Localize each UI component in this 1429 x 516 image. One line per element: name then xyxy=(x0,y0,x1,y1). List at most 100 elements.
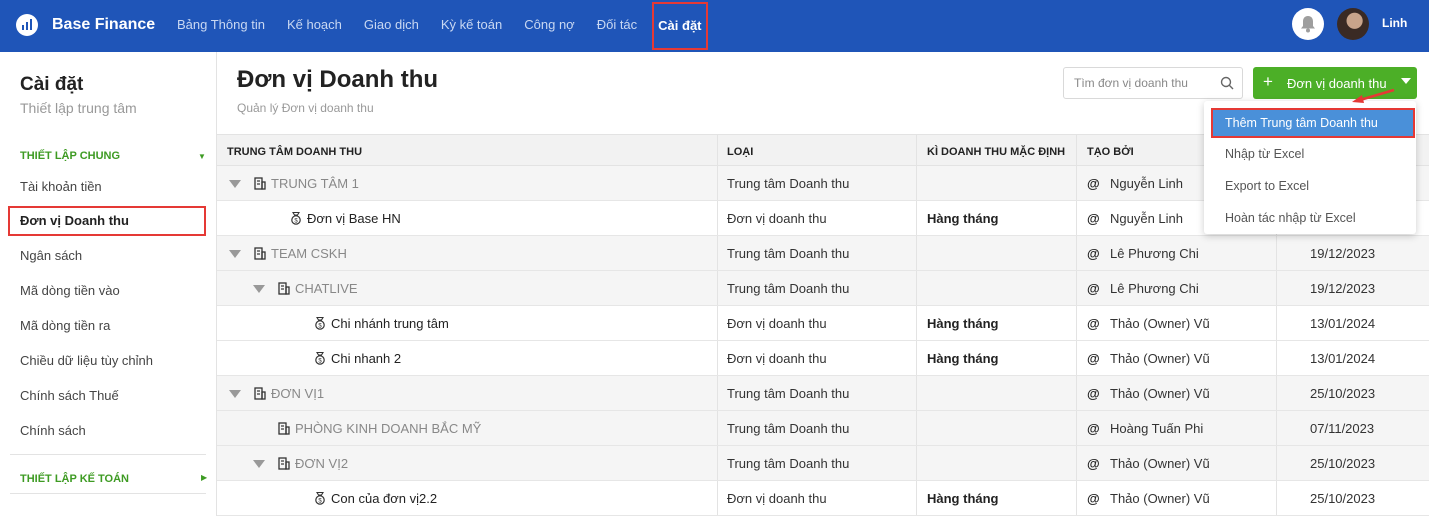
cell-date: 13/01/2024 xyxy=(1310,351,1376,366)
cell-type: Đơn vị doanh thu xyxy=(727,491,827,506)
cell-creator: Lê Phương Chi xyxy=(1110,246,1199,261)
nav-item-settings[interactable]: Cài đặt xyxy=(652,2,708,50)
cell-period: Hàng tháng xyxy=(927,316,999,331)
cell-date: 25/10/2023 xyxy=(1310,386,1376,401)
sidebar-section-accounting[interactable]: THIẾT LẬP KẾ TOÁN xyxy=(20,473,129,485)
cell-date: 25/10/2023 xyxy=(1310,456,1376,471)
expand-caret-icon[interactable] xyxy=(253,285,265,293)
sidebar-item-budget[interactable]: Ngân sách xyxy=(20,248,82,263)
cell-name[interactable]: PHÒNG KINH DOANH BẮC MỸ xyxy=(295,421,481,436)
cell-name[interactable]: TRUNG TÂM 1 xyxy=(271,176,359,191)
page-subtitle: Quản lý Đơn vị doanh thu xyxy=(237,101,374,115)
cell-name[interactable]: Con của đơn vị2.2 xyxy=(331,491,437,506)
menu-item-undo-import[interactable]: Hoàn tác nhập từ Excel xyxy=(1225,211,1356,225)
sidebar-subtitle: Thiết lập trung tâm xyxy=(20,100,137,116)
building-icon xyxy=(277,421,291,438)
column-header-type[interactable]: LOẠI xyxy=(727,146,753,158)
nav-item-plan[interactable]: Kế hoạch xyxy=(276,0,353,52)
column-header-revenue-center[interactable]: TRUNG TÂM DOANH THU xyxy=(227,146,362,158)
money-bag-icon: $ xyxy=(289,211,303,228)
nav-item-accounting-period[interactable]: Kỳ kế toán xyxy=(430,0,513,52)
cell-type: Trung tâm Doanh thu xyxy=(727,176,850,191)
cell-date: 19/12/2023 xyxy=(1310,281,1376,296)
table-row[interactable]: PHÒNG KINH DOANH BẮC MỸ Trung tâm Doanh t… xyxy=(217,411,1429,446)
sidebar-title: Cài đặt xyxy=(20,74,84,95)
cell-name[interactable]: TEAM CSKH xyxy=(271,246,347,261)
money-bag-icon: $ xyxy=(313,491,327,508)
expand-caret-icon[interactable] xyxy=(253,460,265,468)
sidebar-item-tax-policy[interactable]: Chính sách Thuế xyxy=(20,388,119,403)
column-header-default-period[interactable]: KÌ DOANH THU MẶC ĐỊNH xyxy=(927,146,1065,158)
table-row[interactable]: ĐƠN VỊ2 Trung tâm Doanh thu @ Thảo (Owner) … xyxy=(217,446,1429,481)
cell-type: Trung tâm Doanh thu xyxy=(727,246,850,261)
cell-type: Trung tâm Doanh thu xyxy=(727,421,850,436)
cell-creator: Hoàng Tuấn Phi xyxy=(1110,421,1204,436)
nav-item-debts[interactable]: Công nợ xyxy=(513,0,585,52)
settings-sidebar: Cài đặt Thiết lập trung tâm THIẾT LẬP CH… xyxy=(0,52,217,516)
at-icon: @ xyxy=(1087,421,1100,436)
menu-item-export-excel[interactable]: Export to Excel xyxy=(1225,179,1309,193)
at-icon: @ xyxy=(1087,211,1100,226)
notification-bell-icon[interactable] xyxy=(1292,8,1324,40)
building-icon xyxy=(253,176,267,193)
sidebar-item-revenue-units[interactable]: Đơn vị Doanh thu xyxy=(8,206,206,236)
building-icon xyxy=(277,456,291,473)
cell-name[interactable]: CHATLIVE xyxy=(295,281,358,296)
cell-type: Đơn vị doanh thu xyxy=(727,211,827,226)
user-avatar[interactable] xyxy=(1337,8,1369,40)
search-icon[interactable] xyxy=(1220,76,1234,90)
cell-creator: Thảo (Owner) Vũ xyxy=(1110,316,1210,331)
sidebar-item-cash-accounts[interactable]: Tài khoản tiền xyxy=(20,179,102,194)
cell-creator: Nguyễn Linh xyxy=(1110,176,1183,191)
nav-item-partners[interactable]: Đối tác xyxy=(586,0,648,52)
table-row[interactable]: ĐƠN VỊ1 Trung tâm Doanh thu @ Thảo (Owner) … xyxy=(217,376,1429,411)
base-logo-icon[interactable] xyxy=(16,14,38,36)
cell-name[interactable]: Đơn vị Base HN xyxy=(307,211,401,226)
at-icon: @ xyxy=(1087,281,1100,296)
cell-name[interactable]: ĐƠN VỊ2 xyxy=(295,456,348,471)
building-icon xyxy=(277,281,291,298)
cell-type: Đơn vị doanh thu xyxy=(727,316,827,331)
nav-item-transactions[interactable]: Giao dịch xyxy=(353,0,430,52)
caret-down-icon[interactable]: ▼ xyxy=(198,152,206,161)
building-icon xyxy=(253,246,267,263)
nav-item-dashboard[interactable]: Bảng Thông tin xyxy=(166,0,276,52)
sidebar-item-cash-out-codes[interactable]: Mã dòng tiền ra xyxy=(20,318,110,333)
sidebar-item-custom-dimensions[interactable]: Chiều dữ liệu tùy chỉnh xyxy=(20,353,153,368)
cell-creator: Thảo (Owner) Vũ xyxy=(1110,491,1210,506)
add-dropdown-menu: Thêm Trung tâm Doanh thu Nhập từ Excel E… xyxy=(1204,101,1416,234)
sidebar-item-cash-in-codes[interactable]: Mã dòng tiền vào xyxy=(20,283,120,298)
expand-caret-icon[interactable] xyxy=(229,390,241,398)
expand-caret-icon[interactable] xyxy=(229,180,241,188)
table-row[interactable]: $ Chi nhánh trung tâm Đơn vị doanh thu Hàng… xyxy=(217,306,1429,341)
caret-right-icon[interactable]: ▶ xyxy=(201,473,207,482)
expand-caret-icon[interactable] xyxy=(229,250,241,258)
brand-name[interactable]: Base Finance xyxy=(52,16,155,34)
cell-type: Đơn vị doanh thu xyxy=(727,351,827,366)
sidebar-item-policy[interactable]: Chính sách xyxy=(20,423,86,438)
table-row[interactable]: TEAM CSKH Trung tâm Doanh thu @ Lê Phương C… xyxy=(217,236,1429,271)
table-row[interactable]: $ Chi nhanh 2 Đơn vị doanh thu Hàng tháng @ T… xyxy=(217,341,1429,376)
cell-name[interactable]: Chi nhanh 2 xyxy=(331,351,401,366)
table-row[interactable]: $ Con của đơn vị2.2 Đơn vị doanh thu Hàng t… xyxy=(217,481,1429,516)
cell-name[interactable]: Chi nhánh trung tâm xyxy=(331,316,449,331)
at-icon: @ xyxy=(1087,246,1100,261)
search-box xyxy=(1063,67,1243,99)
cell-date: 19/12/2023 xyxy=(1310,246,1376,261)
cell-period: Hàng tháng xyxy=(927,211,999,226)
page-title: Đơn vị Doanh thu xyxy=(237,66,439,93)
sidebar-divider xyxy=(10,454,206,455)
plus-icon: + xyxy=(1263,72,1273,91)
money-bag-icon: $ xyxy=(313,351,327,368)
table-row[interactable]: CHATLIVE Trung tâm Doanh thu @ Lê Phương Ch… xyxy=(217,271,1429,306)
menu-item-import-excel[interactable]: Nhập từ Excel xyxy=(1225,147,1304,161)
sidebar-section-general[interactable]: THIẾT LẬP CHUNG xyxy=(20,150,120,162)
search-input[interactable] xyxy=(1064,68,1209,98)
at-icon: @ xyxy=(1087,491,1100,506)
cell-name[interactable]: ĐƠN VỊ1 xyxy=(271,386,324,401)
column-header-created-by[interactable]: TẠO BỞI xyxy=(1087,146,1134,158)
sidebar-divider xyxy=(10,493,206,494)
menu-item-add-revenue-center[interactable]: Thêm Trung tâm Doanh thu xyxy=(1211,108,1415,138)
at-icon: @ xyxy=(1087,386,1100,401)
user-name[interactable]: Linh xyxy=(1382,16,1407,30)
